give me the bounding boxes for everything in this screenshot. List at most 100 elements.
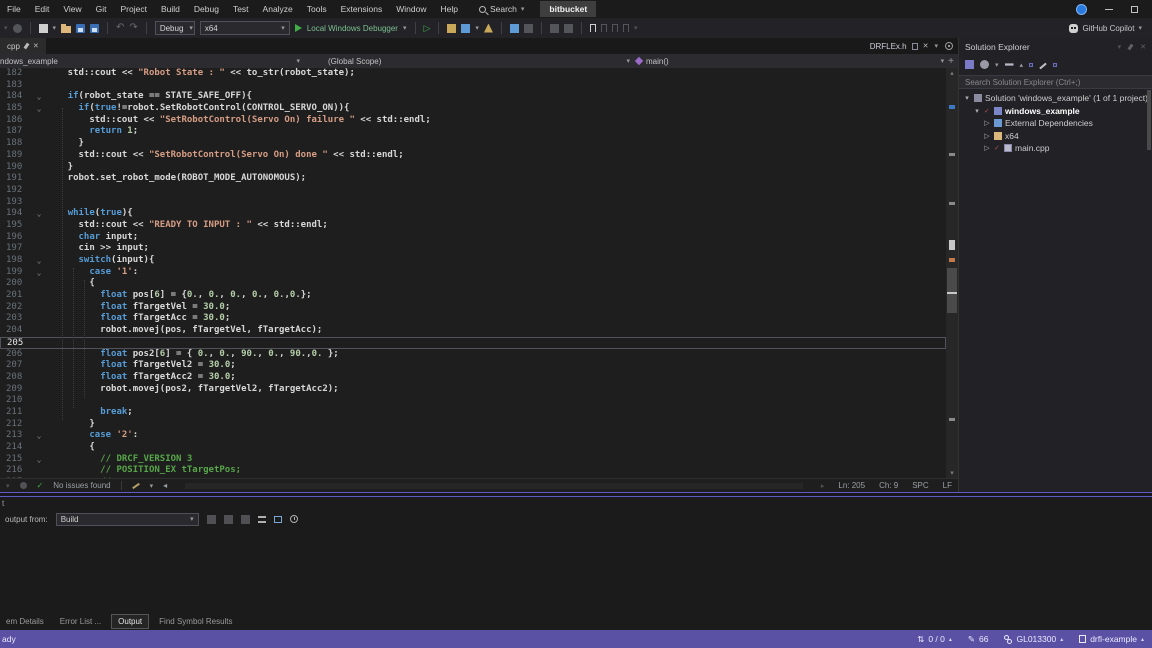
line-number[interactable]: 213: [0, 430, 32, 442]
line-number[interactable]: 215: [0, 454, 32, 466]
menu-item-edit[interactable]: Edit: [28, 0, 57, 18]
code-line[interactable]: 196 char input;: [0, 232, 946, 244]
code-line[interactable]: 193: [0, 197, 946, 209]
symbol-dropdown[interactable]: main() ▾: [630, 57, 944, 66]
code-line[interactable]: 209 robot.movej(pos2, fTargetVel2, fTarg…: [0, 384, 946, 396]
line-number[interactable]: 207: [0, 360, 32, 372]
save-icon[interactable]: [76, 24, 85, 33]
document-health-icon[interactable]: [20, 482, 27, 489]
expander-collapsed-icon[interactable]: ▷: [983, 119, 991, 127]
tab-main-cpp[interactable]: cpp ✕: [0, 38, 46, 54]
restart-icon[interactable]: [564, 24, 573, 33]
chevron-down-icon[interactable]: ▾: [53, 24, 57, 32]
redo-icon[interactable]: ↷: [129, 23, 137, 33]
bookmark-icon[interactable]: [590, 24, 596, 32]
eol-indicator[interactable]: LF: [943, 481, 952, 490]
platform-dropdown[interactable]: x64 ▾: [200, 21, 290, 35]
code-line[interactable]: 182 std::cout << "Robot State : " << to_…: [0, 68, 946, 80]
code-editor[interactable]: 182 std::cout << "Robot State : " << to_…: [0, 68, 958, 478]
code-line[interactable]: 190 }: [0, 162, 946, 174]
menu-item-analyze[interactable]: Analyze: [256, 0, 300, 18]
step-into-icon[interactable]: [510, 24, 519, 33]
code-line[interactable]: 195 std::cout << "READY TO INPUT : " << …: [0, 220, 946, 232]
line-number[interactable]: 188: [0, 138, 32, 150]
line-number[interactable]: 184: [0, 91, 32, 103]
line-number[interactable]: 208: [0, 372, 32, 384]
fold-chevron-icon[interactable]: ⌄: [32, 267, 46, 279]
start-without-debug-icon[interactable]: ▷: [424, 24, 431, 33]
menu-item-extensions[interactable]: Extensions: [334, 0, 390, 18]
sync-icon[interactable]: [1005, 59, 1014, 70]
tree-item-solution-windows-example-1-of-[interactable]: ▾Solution 'windows_example' (1 of 1 proj…: [959, 92, 1152, 105]
code-line[interactable]: 201 float pos[6] = {0., 0., 0., 0., 0.,0…: [0, 290, 946, 302]
tab-drflex-h[interactable]: DRFLEx.h ✕: [864, 38, 935, 54]
solution-explorer-search[interactable]: Search Solution Explorer (Ctrl+;): [959, 75, 1152, 89]
hot-reload-icon[interactable]: [484, 24, 493, 33]
fold-chevron-icon[interactable]: ⌄: [32, 208, 46, 220]
code-line[interactable]: 212 }: [0, 419, 946, 431]
code-line[interactable]: 183: [0, 80, 946, 92]
suggestions-icon[interactable]: [132, 482, 140, 488]
menu-item-test[interactable]: Test: [226, 0, 256, 18]
step-out-icon[interactable]: [550, 24, 559, 33]
line-number[interactable]: 185: [0, 103, 32, 115]
word-wrap-icon[interactable]: [274, 516, 282, 523]
menu-item-tools[interactable]: Tools: [300, 0, 334, 18]
code-line[interactable]: 204 robot.movej(pos, fTargetVel, fTarget…: [0, 325, 946, 337]
expander-collapsed-icon[interactable]: ▷: [983, 144, 991, 152]
pending-changes-filter-icon[interactable]: [980, 60, 989, 69]
code-line[interactable]: 202 float fTargetVel = 30.0;: [0, 302, 946, 314]
panel-tab-find-symbol-results[interactable]: Find Symbol Results: [153, 615, 238, 628]
line-number[interactable]: 199: [0, 267, 32, 279]
code-line[interactable]: 215⌄ // DRCF_VERSION 3: [0, 454, 946, 466]
panel-scrollbar-thumb[interactable]: [1147, 90, 1151, 150]
open-folder-icon[interactable]: [61, 26, 71, 33]
expander-collapsed-icon[interactable]: ▷: [983, 132, 991, 140]
new-file-icon[interactable]: [39, 24, 48, 33]
timestamp-icon[interactable]: [290, 515, 298, 523]
step-over-icon[interactable]: [524, 24, 533, 33]
start-debug-icon[interactable]: [295, 24, 302, 32]
chevron-down-icon[interactable]: ▾: [475, 24, 479, 32]
menu-item-git[interactable]: Git: [89, 0, 114, 18]
code-line[interactable]: 197 cin >> input;: [0, 243, 946, 255]
next-bookmark-icon[interactable]: [612, 24, 618, 32]
expander-expanded-icon[interactable]: ▾: [973, 107, 981, 115]
minimize-button[interactable]: [1105, 9, 1113, 10]
breakpoints-window-icon[interactable]: [461, 24, 470, 33]
scope-dropdown[interactable]: (Global Scope) ▾: [300, 57, 630, 66]
pending-edits-indicator[interactable]: ✎ 66: [968, 634, 989, 645]
code-line[interactable]: 189 std::cout << "SetRobotControl(Servo …: [0, 150, 946, 162]
spaces-indicator[interactable]: SPC: [912, 481, 928, 490]
code-line[interactable]: 192: [0, 185, 946, 197]
code-line[interactable]: 187 return 1;: [0, 126, 946, 138]
git-branch-indicator[interactable]: GL013300 ▴: [1004, 634, 1063, 644]
line-number[interactable]: 216: [0, 465, 32, 477]
pin-icon[interactable]: [1128, 43, 1134, 50]
scroll-left-icon[interactable]: ◂: [163, 481, 167, 490]
save-all-icon[interactable]: [90, 24, 99, 33]
line-number[interactable]: 198: [0, 255, 32, 267]
expander-expanded-icon[interactable]: ▾: [963, 94, 971, 102]
sync-with-active-document-button[interactable]: [1029, 63, 1033, 67]
issues-label[interactable]: No issues found: [53, 481, 110, 490]
horizontal-scrollbar[interactable]: [185, 483, 803, 489]
tree-item-external-dependencies[interactable]: ▷External Dependencies: [959, 117, 1152, 130]
restore-button[interactable]: [1131, 6, 1138, 13]
editor-vertical-scrollbar[interactable]: ▴ ▾: [946, 68, 958, 478]
line-number[interactable]: 201: [0, 290, 32, 302]
configuration-dropdown[interactable]: Debug ▾: [155, 21, 195, 35]
line-number[interactable]: 191: [0, 173, 32, 185]
code-line[interactable]: 216 // POSITION_EX tTargetPos;: [0, 465, 946, 477]
line-number[interactable]: 203: [0, 313, 32, 325]
output-source-dropdown[interactable]: Build ▾: [56, 513, 199, 526]
code-line[interactable]: 185⌄ if(true!=robot.SetRobotControl(CONT…: [0, 103, 946, 115]
close-icon[interactable]: ✕: [923, 42, 929, 50]
code-line-current[interactable]: 205: [0, 337, 946, 349]
line-number[interactable]: 194: [0, 208, 32, 220]
code-line[interactable]: 203 float fTargetAcc = 30.0;: [0, 313, 946, 325]
overflow-chevron-icon[interactable]: ▸: [821, 482, 825, 490]
line-number[interactable]: 186: [0, 115, 32, 127]
bitbucket-button[interactable]: bitbucket: [540, 1, 596, 17]
column-indicator[interactable]: Ch: 9: [879, 481, 898, 490]
